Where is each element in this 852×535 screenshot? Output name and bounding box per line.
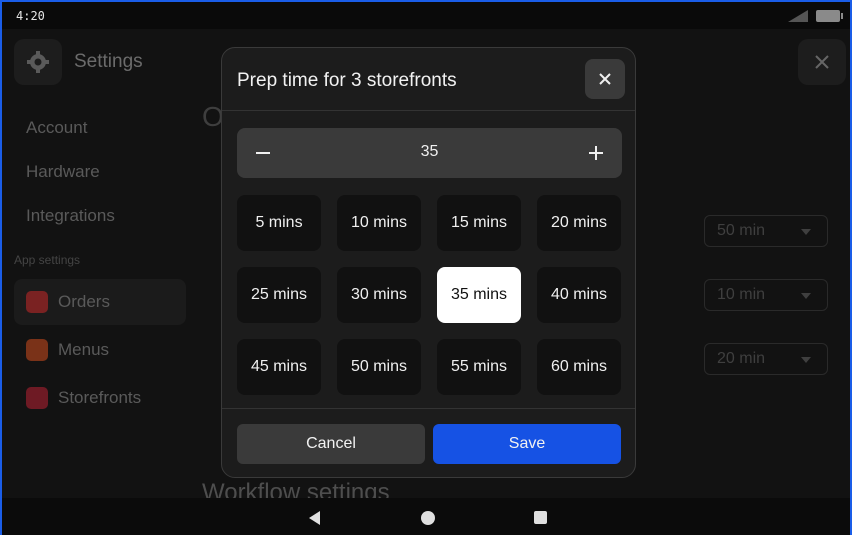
chevron-down-icon — [801, 357, 811, 363]
nav-item-account[interactable]: Account — [26, 118, 87, 138]
home-icon[interactable] — [421, 511, 435, 525]
chevron-down-icon — [801, 229, 811, 235]
option-20-mins[interactable]: 20 mins — [537, 195, 621, 251]
modal-header: Prep time for 3 storefronts — [222, 48, 635, 111]
status-time: 4:20 — [16, 9, 45, 23]
page-title: Settings — [74, 51, 143, 72]
modal-close-button[interactable] — [585, 59, 625, 99]
settings-close-button[interactable] — [798, 39, 846, 85]
sidebar-item-storefronts[interactable]: Storefronts — [14, 375, 186, 421]
prep-time-stepper: 35 — [237, 128, 622, 178]
section-label-app-settings: App settings — [14, 253, 81, 267]
chevron-down-icon — [801, 293, 811, 299]
gear-icon — [27, 51, 49, 73]
dropdown-value: 20 min — [717, 350, 766, 367]
sidebar-item-label: Menus — [58, 340, 110, 359]
prep-time-dropdown[interactable]: 50 min — [704, 215, 828, 247]
storefronts-icon — [26, 387, 48, 409]
option-45-mins[interactable]: 45 mins — [237, 339, 321, 395]
time-dropdown-3[interactable]: 20 min — [704, 343, 828, 375]
sidebar-item-label: Orders — [58, 292, 110, 311]
modal-title: Prep time for 3 storefronts — [237, 70, 457, 91]
plus-icon — [589, 146, 603, 160]
option-30-mins[interactable]: 30 mins — [337, 267, 421, 323]
close-icon — [815, 55, 829, 69]
option-5-mins[interactable]: 5 mins — [237, 195, 321, 251]
option-15-mins[interactable]: 15 mins — [437, 195, 521, 251]
time-dropdown-2[interactable]: 10 min — [704, 279, 828, 311]
prep-time-modal: Prep time for 3 storefronts 35 5 mins 10… — [221, 47, 636, 478]
nav-item-integrations[interactable]: Integrations — [26, 206, 115, 226]
prep-time-options: 5 mins 10 mins 15 mins 20 mins 25 mins 3… — [237, 195, 622, 395]
cancel-button[interactable]: Cancel — [237, 424, 425, 464]
modal-footer: Cancel Save — [222, 408, 635, 478]
option-55-mins[interactable]: 55 mins — [437, 339, 521, 395]
option-50-mins[interactable]: 50 mins — [337, 339, 421, 395]
dropdown-value: 50 min — [717, 222, 766, 239]
menus-icon — [26, 339, 48, 361]
settings-gear-button[interactable] — [14, 39, 62, 85]
dropdown-value: 10 min — [717, 286, 766, 303]
orders-icon — [26, 291, 48, 313]
android-nav-bar — [2, 498, 850, 535]
option-60-mins[interactable]: 60 mins — [537, 339, 621, 395]
close-icon — [599, 73, 611, 85]
signal-icon — [788, 10, 808, 22]
recents-icon[interactable] — [534, 511, 547, 524]
option-25-mins[interactable]: 25 mins — [237, 267, 321, 323]
status-bar: 4:20 — [2, 2, 850, 29]
increment-button[interactable] — [584, 141, 608, 165]
save-button[interactable]: Save — [433, 424, 621, 464]
sidebar-item-label: Storefronts — [58, 388, 142, 407]
nav-item-hardware[interactable]: Hardware — [26, 162, 100, 182]
sidebar-item-menus[interactable]: Menus — [14, 327, 186, 373]
option-10-mins[interactable]: 10 mins — [337, 195, 421, 251]
back-icon[interactable] — [309, 511, 320, 525]
option-35-mins[interactable]: 35 mins — [437, 267, 521, 323]
sidebar-item-orders[interactable]: Orders — [14, 279, 186, 325]
stepper-value: 35 — [420, 143, 439, 160]
option-40-mins[interactable]: 40 mins — [537, 267, 621, 323]
battery-icon — [816, 10, 843, 22]
device-screen: 4:20 Settings Account Hardware Integrati… — [0, 0, 852, 535]
